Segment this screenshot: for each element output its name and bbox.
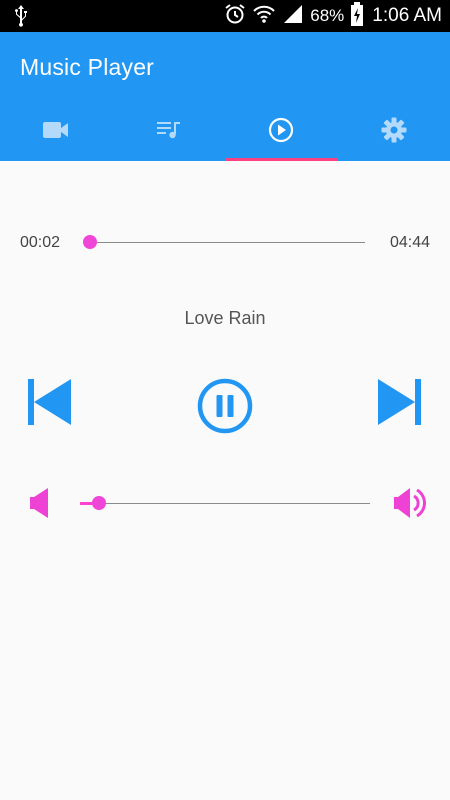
battery-charging-icon	[350, 1, 364, 31]
volume-slider-thumb[interactable]	[92, 496, 106, 510]
usb-icon	[14, 5, 28, 32]
pause-circle-icon	[197, 378, 253, 439]
volume-up-icon[interactable]	[392, 486, 428, 520]
app-title: Music Player	[20, 54, 155, 80]
skip-previous-icon	[25, 378, 73, 431]
pause-button[interactable]	[197, 378, 253, 439]
playlist-icon	[156, 120, 181, 145]
skip-next-icon	[376, 378, 424, 431]
volume-slider[interactable]	[80, 496, 370, 510]
current-time: 00:02	[20, 234, 61, 251]
tab-video[interactable]	[0, 103, 113, 161]
volume-mute-icon[interactable]	[28, 487, 54, 519]
battery-percent: 68%	[310, 6, 345, 25]
previous-track-button[interactable]	[22, 378, 76, 430]
settings-gear-icon	[381, 117, 407, 148]
alarm-icon	[224, 3, 246, 30]
total-time: 04:44	[389, 234, 430, 251]
song-title: Love Rain	[184, 308, 266, 328]
seek-bar[interactable]	[83, 235, 365, 249]
status-bar: 68% 1:06 AM	[0, 0, 450, 32]
tab-playlist[interactable]	[113, 103, 226, 161]
cell-signal-icon	[282, 3, 304, 30]
clock: 1:06 AM	[372, 5, 442, 26]
next-track-button[interactable]	[373, 378, 427, 430]
video-camera-icon	[43, 121, 69, 144]
play-circle-icon	[268, 117, 294, 148]
tab-now-playing[interactable]	[225, 103, 338, 161]
wifi-icon	[252, 3, 276, 30]
tab-settings[interactable]	[338, 103, 450, 161]
app-bar: Music Player	[0, 32, 450, 161]
seek-bar-thumb[interactable]	[83, 235, 97, 249]
tab-bar	[0, 103, 450, 161]
